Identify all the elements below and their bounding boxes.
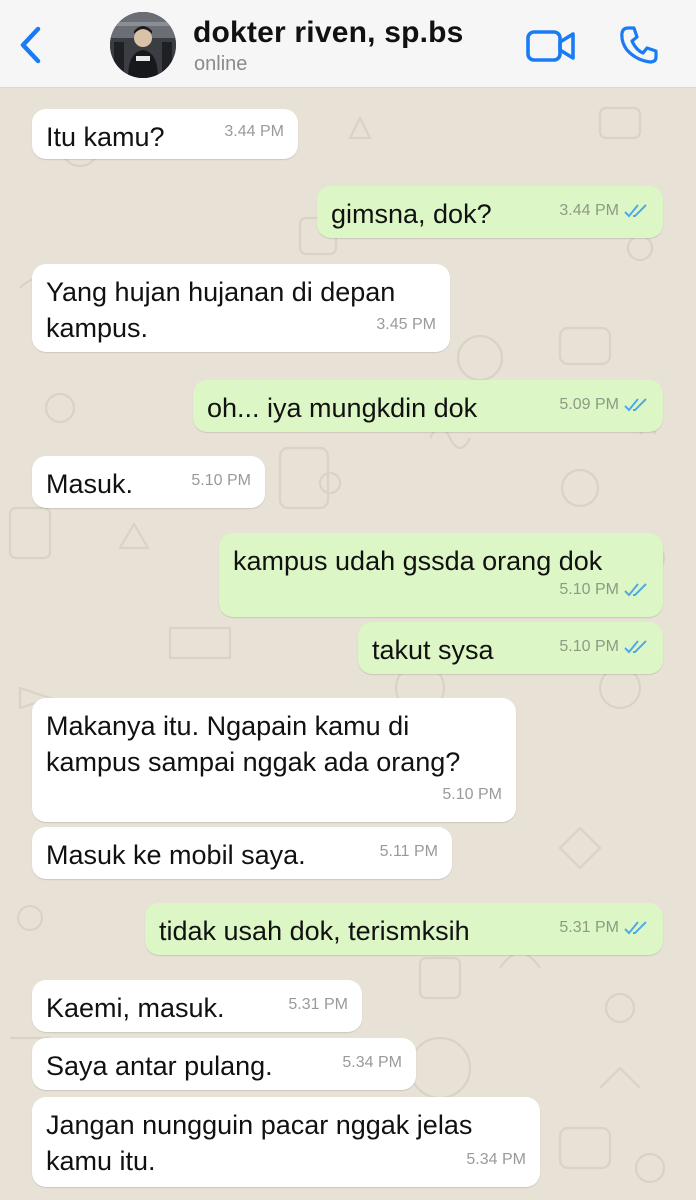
message-outgoing[interactable]: gimsna, dok? 3.44 PM — [317, 186, 663, 238]
message-time: 5.11 PM — [380, 834, 438, 870]
chat-area[interactable]: Itu kamu? 3.44 PM gimsna, dok? 3.44 PM Y… — [0, 88, 696, 1200]
video-camera-icon — [526, 30, 575, 62]
read-ticks-icon — [624, 640, 647, 654]
avatar-photo — [110, 12, 176, 78]
timestamp: 5.34 PM — [342, 1054, 402, 1071]
avatar[interactable] — [110, 12, 176, 78]
message-incoming[interactable]: Makanya itu. Ngapain kamu di kampus samp… — [32, 698, 516, 822]
contact-status: online — [194, 53, 248, 75]
message-incoming[interactable]: Kaemi, masuk. 5.31 PM — [32, 980, 362, 1032]
timestamp: 5.31 PM — [559, 919, 619, 936]
message-outgoing[interactable]: takut sysa 5.10 PM — [358, 622, 663, 674]
message-time: 5.09 PM — [559, 387, 649, 423]
timestamp: 5.10 PM — [191, 472, 251, 489]
message-time: 5.31 PM — [559, 910, 649, 946]
read-ticks-icon — [624, 398, 647, 412]
message-incoming[interactable]: Masuk ke mobil saya. 5.11 PM — [32, 827, 452, 879]
read-ticks-icon — [624, 583, 647, 597]
message-time: 5.10 PM — [559, 572, 649, 608]
timestamp: 3.44 PM — [559, 202, 619, 219]
message-time: 5.34 PM — [466, 1142, 526, 1178]
chevron-left-icon — [20, 26, 41, 64]
message-time: 5.10 PM — [559, 629, 649, 665]
timestamp: 3.44 PM — [224, 123, 284, 140]
message-time: 3.44 PM — [559, 193, 649, 229]
timestamp: 5.34 PM — [466, 1151, 526, 1168]
message-text: Jangan nungguin pacar nggak jelas kamu i… — [46, 1110, 473, 1176]
back-button[interactable] — [10, 22, 50, 68]
message-incoming[interactable]: Masuk. 5.10 PM — [32, 456, 265, 508]
message-time: 3.45 PM — [376, 307, 436, 343]
timestamp: 5.10 PM — [559, 638, 619, 655]
message-time: 5.31 PM — [288, 987, 348, 1023]
message-outgoing[interactable]: oh... iya mungkdin dok 5.09 PM — [193, 380, 663, 432]
message-incoming[interactable]: Saya antar pulang. 5.34 PM — [32, 1038, 416, 1090]
message-time: 5.34 PM — [342, 1045, 402, 1081]
contact-name[interactable]: dokter riven, sp.bs — [193, 16, 464, 50]
video-call-button[interactable] — [526, 28, 576, 64]
message-time: 3.44 PM — [224, 114, 284, 150]
message-time: 5.10 PM — [442, 777, 502, 813]
read-ticks-icon — [624, 204, 647, 218]
timestamp: 5.31 PM — [288, 996, 348, 1013]
phone-icon — [620, 26, 658, 64]
read-ticks-icon — [624, 921, 647, 935]
timestamp: 3.45 PM — [376, 316, 436, 333]
timestamp: 5.09 PM — [559, 396, 619, 413]
voice-call-button[interactable] — [618, 24, 660, 66]
chat-header: dokter riven, sp.bs online — [0, 0, 696, 88]
message-incoming[interactable]: Jangan nungguin pacar nggak jelas kamu i… — [32, 1097, 540, 1187]
message-outgoing[interactable]: tidak usah dok, terismksih 5.31 PM — [145, 903, 663, 955]
message-incoming[interactable]: Yang hujan hujanan di depan kampus. 3.45… — [32, 264, 450, 352]
message-incoming[interactable]: Itu kamu? 3.44 PM — [32, 109, 298, 159]
message-outgoing[interactable]: kampus udah gssda orang dok 5.10 PM — [219, 533, 663, 617]
timestamp: 5.10 PM — [559, 581, 619, 598]
timestamp: 5.10 PM — [442, 786, 502, 803]
timestamp: 5.11 PM — [379, 843, 438, 860]
message-text: Makanya itu. Ngapain kamu di kampus samp… — [46, 711, 461, 777]
message-time: 5.10 PM — [191, 463, 251, 499]
